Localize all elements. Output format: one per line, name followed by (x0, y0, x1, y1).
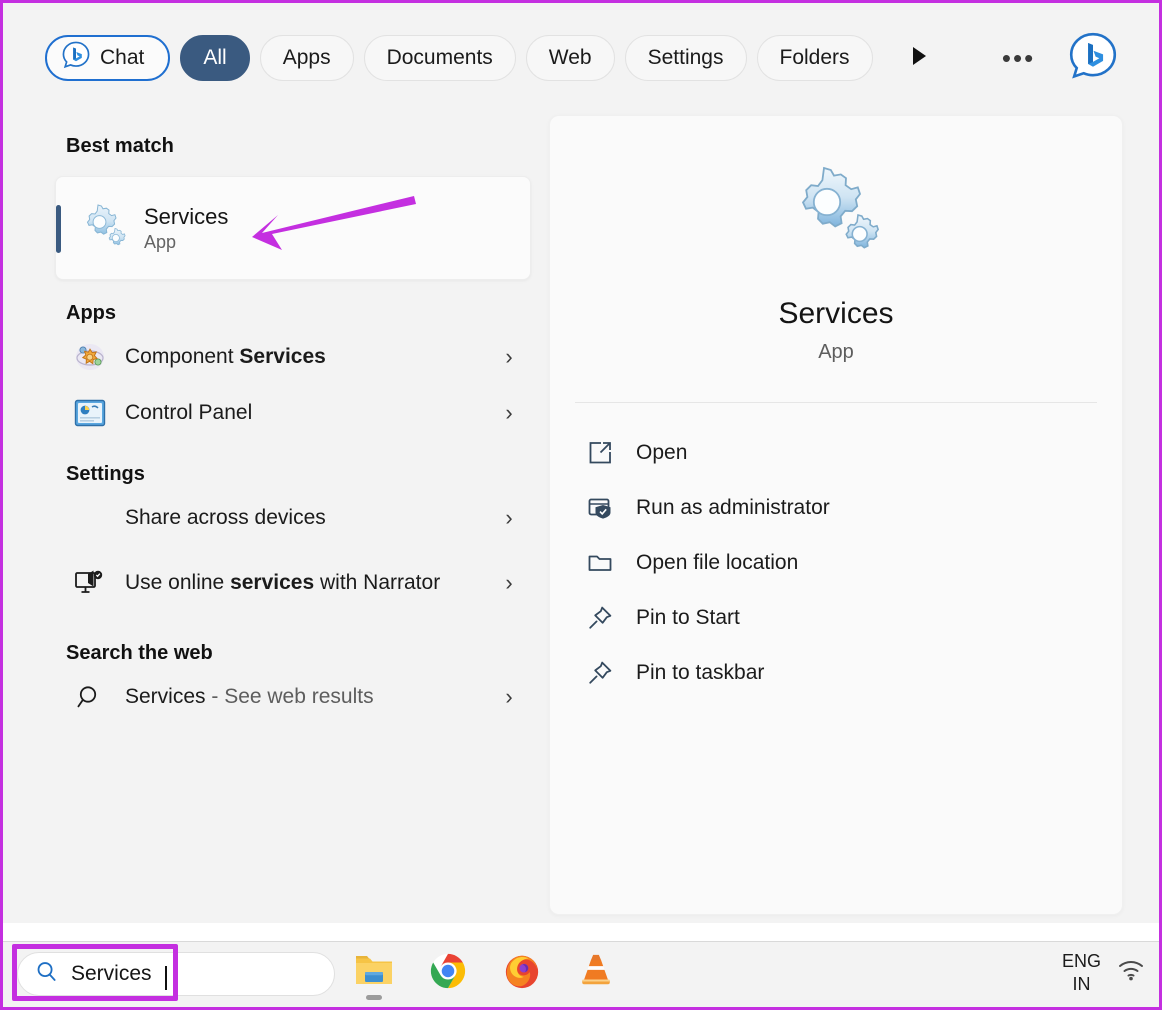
action-label: Run as administrator (636, 495, 830, 519)
tab-web-label: Web (548, 46, 592, 69)
result-label: Use online services with Narrator (125, 570, 441, 594)
tab-documents[interactable]: Documents (363, 35, 516, 81)
gears-icon (78, 202, 130, 254)
settings-blank-icon (73, 501, 107, 535)
search-results-list: Best match Services App Apps Component S… (3, 113, 549, 923)
preview-action-list: Open Run as administrator Open file loca… (550, 403, 1122, 700)
tab-folders-label: Folders (779, 46, 850, 69)
result-label: Share across devices (125, 505, 326, 529)
file-explorer-icon (353, 952, 395, 995)
search-filter-tabbar: Chat All Apps Documents Web Settings Fol… (3, 3, 1159, 113)
preview-app-type: App (818, 341, 854, 363)
best-match-item-services[interactable]: Services App (55, 176, 531, 280)
search-icon (73, 680, 107, 714)
shield-window-icon (582, 492, 618, 524)
action-label: Pin to taskbar (636, 660, 765, 684)
preview-hero: Services App (550, 116, 1122, 364)
best-match-subtitle: App (144, 231, 177, 252)
narrator-icon (73, 566, 107, 600)
search-flyout: Chat All Apps Documents Web Settings Fol… (3, 3, 1159, 923)
open-external-icon (582, 437, 618, 469)
overflow-menu-button[interactable]: ••• (997, 36, 1041, 80)
tab-apps-label: Apps (282, 46, 331, 69)
action-open[interactable]: Open (572, 425, 1122, 480)
result-label: Component Services (125, 344, 326, 368)
tab-settings[interactable]: Settings (624, 35, 747, 81)
tab-documents-label: Documents (386, 46, 493, 69)
best-match-heading: Best match (66, 135, 174, 157)
chevron-right-icon[interactable]: › (497, 684, 521, 710)
windows-search-screen: Chat All Apps Documents Web Settings Fol… (0, 0, 1162, 1010)
app-preview-panel: Services App Open Run as administrator O… (549, 115, 1123, 915)
taskbar-search-box[interactable]: Services (17, 952, 335, 996)
bing-button[interactable] (1065, 30, 1121, 86)
result-label: Services - See web results (125, 684, 374, 708)
taskbar-firefox[interactable] (499, 948, 545, 998)
tab-folders[interactable]: Folders (756, 35, 873, 81)
tab-all[interactable]: All (180, 35, 250, 81)
language-line-2: IN (1072, 973, 1091, 994)
vlc-cone-icon (578, 952, 614, 995)
chevron-right-icon[interactable]: › (497, 505, 521, 531)
bing-chat-icon (61, 40, 91, 76)
result-label: Control Panel (125, 400, 253, 424)
best-match-text: Services App (144, 204, 228, 253)
result-share-across-devices[interactable]: Share across devices › (55, 490, 531, 546)
play-triangle-icon (909, 45, 929, 72)
action-pin-to-taskbar[interactable]: Pin to taskbar (572, 645, 1122, 700)
preview-app-name: Services (778, 297, 894, 330)
taskbar-file-explorer[interactable] (351, 948, 397, 1000)
result-component-services[interactable]: Component Services › (55, 329, 531, 385)
result-use-online-services-narrator[interactable]: Use online services with Narrator › (55, 546, 531, 620)
text-caret (164, 966, 167, 990)
pin-icon (582, 657, 618, 689)
tab-all-label: All (203, 46, 227, 69)
taskbar-chrome[interactable] (425, 948, 471, 998)
taskbar-system-tray: ENG IN (1062, 950, 1145, 995)
folder-icon (582, 547, 618, 579)
chevron-right-icon[interactable]: › (497, 400, 521, 426)
action-label: Open (636, 440, 688, 464)
chevron-right-icon[interactable]: › (497, 570, 521, 596)
result-web-search-services[interactable]: Services - See web results › (55, 669, 531, 725)
language-indicator[interactable]: ENG IN (1062, 950, 1101, 995)
tab-chat[interactable]: Chat (45, 35, 171, 81)
action-open-file-location[interactable]: Open file location (572, 535, 1122, 590)
settings-heading: Settings (66, 463, 145, 485)
pin-icon (582, 602, 618, 634)
control-panel-icon (73, 396, 107, 430)
tab-web[interactable]: Web (525, 35, 615, 81)
bing-icon (1067, 30, 1119, 87)
result-control-panel[interactable]: Control Panel › (55, 385, 531, 441)
search-icon (34, 959, 59, 989)
search-the-web-heading: Search the web (66, 642, 213, 664)
selection-indicator (56, 205, 61, 253)
taskbar-vlc[interactable] (573, 948, 619, 998)
apps-heading: Apps (66, 302, 116, 324)
language-line-1: ENG (1061, 951, 1101, 971)
taskbar: Services ENG IN (3, 941, 1159, 1007)
ellipsis-icon: ••• (1001, 42, 1036, 73)
running-indicator (366, 995, 382, 1000)
tab-settings-label: Settings (647, 46, 724, 69)
taskbar-app-icons (351, 948, 619, 1000)
best-match-title: Services (144, 203, 229, 229)
chrome-icon (429, 952, 467, 995)
gears-icon (780, 164, 892, 269)
component-services-icon (73, 340, 107, 374)
action-label: Open file location (636, 550, 799, 574)
action-label: Pin to Start (636, 605, 740, 629)
action-run-as-administrator[interactable]: Run as administrator (572, 480, 1122, 535)
action-pin-to-start[interactable]: Pin to Start (572, 590, 1122, 645)
tab-chat-label: Chat (100, 46, 145, 69)
firefox-icon (503, 952, 541, 995)
wifi-icon[interactable] (1117, 958, 1145, 987)
more-tabs-button[interactable] (899, 38, 939, 78)
chevron-right-icon[interactable]: › (497, 344, 521, 370)
tab-apps[interactable]: Apps (259, 35, 354, 81)
taskbar-search-input[interactable]: Services (71, 962, 152, 986)
